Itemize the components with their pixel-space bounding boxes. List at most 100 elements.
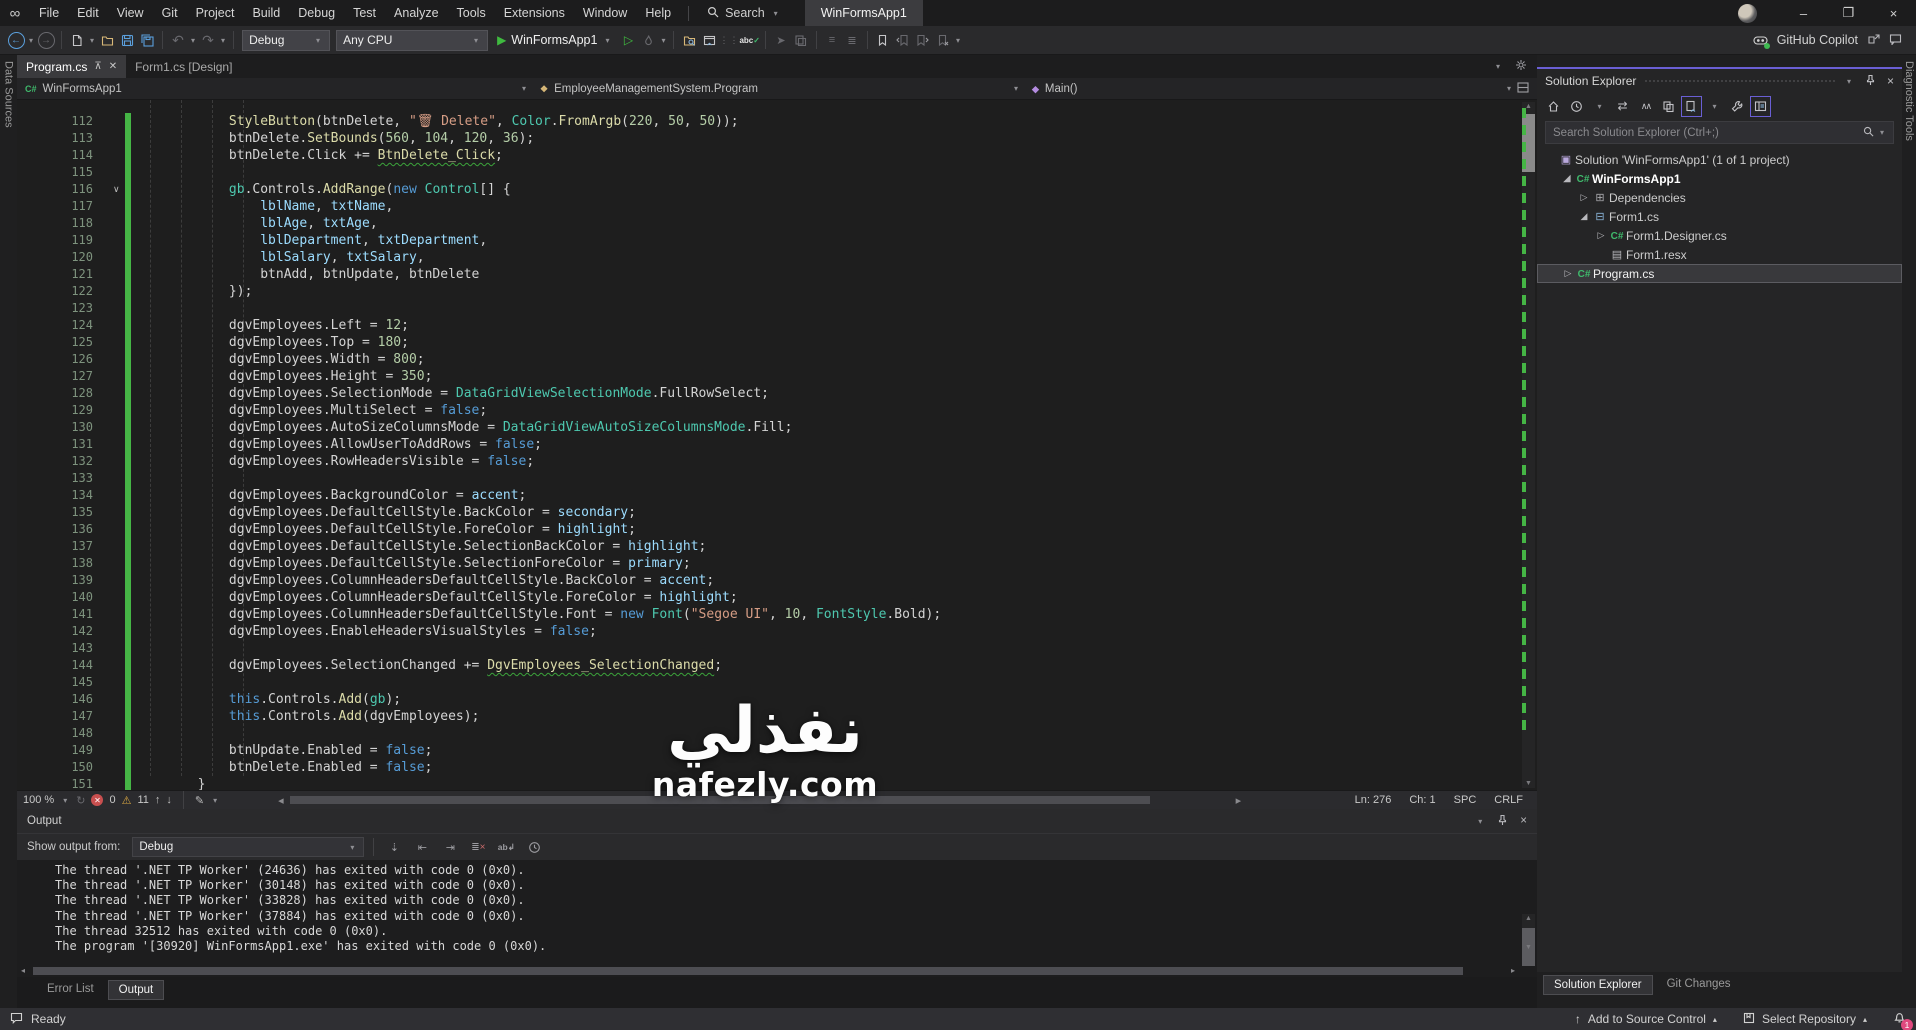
feedback-icon[interactable] xyxy=(1889,33,1902,48)
code-line[interactable]: 112 StyleButton(btnDelete, "🗑 Delete", C… xyxy=(17,113,1503,130)
hscroll-right-icon[interactable]: ▸ xyxy=(1511,966,1515,975)
next-bookmark-icon[interactable] xyxy=(913,28,933,52)
output-source-dropdown[interactable]: Debug ▾ xyxy=(132,837,365,857)
new-project-icon[interactable] xyxy=(67,28,87,52)
code-line[interactable]: 122 }); xyxy=(17,283,1503,300)
show-all-files-icon[interactable] xyxy=(1658,96,1679,117)
breadcrumb-main-[interactable]: ◆ Main() ▾ xyxy=(1024,83,1517,95)
code-editor[interactable]: 112 StyleButton(btnDelete, "🗑 Delete", C… xyxy=(17,100,1537,790)
tree-collapsed-icon[interactable]: ▷ xyxy=(1594,230,1608,241)
copilot-label[interactable]: GitHub Copilot xyxy=(1777,33,1858,47)
code-line[interactable]: 114 btnDelete.Click += BtnDelete_Click; xyxy=(17,147,1503,164)
prev-issue-icon[interactable]: ↑ xyxy=(155,794,161,806)
close-tab-icon[interactable]: ✕ xyxy=(109,61,117,72)
diagnostic-tools-tab[interactable]: Diagnostic Tools xyxy=(1902,55,1916,1008)
tree-item-form1-resx[interactable]: ▤ Form1.resx xyxy=(1537,245,1902,264)
tree-collapsed-icon[interactable]: ▷ xyxy=(1561,268,1575,279)
navigate-backward-icon[interactable]: ← xyxy=(6,28,26,52)
panel-tab-solution-explorer[interactable]: Solution Explorer xyxy=(1543,975,1653,995)
code-line[interactable]: 148 xyxy=(17,725,1503,742)
panel-tab-output[interactable]: Output xyxy=(107,980,165,1000)
scroll-down-icon[interactable]: ▼ xyxy=(1522,780,1535,787)
close-button[interactable]: × xyxy=(1871,0,1916,26)
search-input[interactable] xyxy=(1546,126,1863,139)
indent-mode[interactable]: SPC xyxy=(1454,794,1477,806)
feedback-bubble-icon[interactable] xyxy=(10,1012,23,1027)
code-line[interactable]: 145 xyxy=(17,674,1503,691)
tree-item-solution-winformsapp1-1-of-1-project-[interactable]: ▣ Solution 'WinFormsApp1' (1 of 1 project… xyxy=(1537,150,1902,169)
tree-item-winformsapp1[interactable]: ◢ C# WinFormsApp1 xyxy=(1537,169,1902,188)
tree-item-form1-designer-cs[interactable]: ▷ C# Form1.Designer.cs xyxy=(1537,226,1902,245)
pin-icon[interactable]: ⊼ xyxy=(94,61,101,72)
code-line[interactable]: 113 btnDelete.SetBounds(560, 104, 120, 3… xyxy=(17,130,1503,147)
prev-message-icon[interactable]: ⇤ xyxy=(411,841,433,854)
output-log[interactable]: The thread '.NET TP Worker' (24636) has … xyxy=(17,860,1537,966)
new-window-icon[interactable] xyxy=(699,28,719,52)
code-line[interactable]: 134 dgvEmployees.BackgroundColor = accen… xyxy=(17,487,1503,504)
code-line[interactable]: 123 xyxy=(17,300,1503,317)
code-line[interactable]: 131 dgvEmployees.AllowUserToAddRows = fa… xyxy=(17,436,1503,453)
clear-all-icon[interactable]: ≣× xyxy=(467,842,489,853)
jump-to-message-icon[interactable]: ⇣ xyxy=(383,841,405,854)
navigate-backward-dropdown[interactable]: ▾ xyxy=(26,36,36,45)
menu-file[interactable]: File xyxy=(30,0,68,26)
code-line[interactable]: 146 this.Controls.Add(gb); xyxy=(17,691,1503,708)
code-cleanup-icon[interactable]: ✎ xyxy=(195,794,204,807)
properties-icon[interactable] xyxy=(1727,96,1748,117)
outdent-icon[interactable]: ≡ xyxy=(822,28,842,52)
panel-tab-error-list[interactable]: Error List xyxy=(37,980,104,998)
code-line[interactable]: 125 dgvEmployees.Top = 180; xyxy=(17,334,1503,351)
toggle-bookmark-icon[interactable] xyxy=(873,28,893,52)
code-line[interactable]: 128 dgvEmployees.SelectionMode = DataGri… xyxy=(17,385,1503,402)
find-in-files-icon[interactable] xyxy=(679,28,699,52)
spell-check-icon[interactable]: abc✓ xyxy=(739,28,760,52)
code-line[interactable]: 127 dgvEmployees.Height = 350; xyxy=(17,368,1503,385)
menu-analyze[interactable]: Analyze xyxy=(385,0,447,26)
close-panel-icon[interactable]: × xyxy=(1520,815,1527,827)
minimize-button[interactable]: – xyxy=(1781,0,1826,26)
notifications-button[interactable]: 1 xyxy=(1893,1011,1913,1030)
scroll-down-icon[interactable]: ▼ xyxy=(1522,944,1535,951)
tab-form1-cs-design-[interactable]: Form1.cs [Design] xyxy=(126,55,241,78)
menu-window[interactable]: Window xyxy=(574,0,636,26)
save-icon[interactable] xyxy=(117,28,137,52)
menu-test[interactable]: Test xyxy=(344,0,385,26)
editor-vertical-scrollbar[interactable]: ▲ ▼ xyxy=(1522,102,1535,788)
tree-item-dependencies[interactable]: ▷ ⊞ Dependencies xyxy=(1537,188,1902,207)
next-issue-icon[interactable]: ↓ xyxy=(166,794,172,806)
error-count[interactable]: 0 xyxy=(109,794,115,806)
code-line[interactable]: 120 lblSalary, txtSalary, xyxy=(17,249,1503,266)
tab-overflow-chevron-icon[interactable]: ▾ xyxy=(1493,62,1503,71)
code-line[interactable]: 147 this.Controls.Add(dgvEmployees); xyxy=(17,708,1503,725)
redo-dropdown[interactable]: ▾ xyxy=(218,36,228,45)
pin-icon[interactable] xyxy=(1497,814,1508,829)
code-line[interactable]: 142 dgvEmployees.EnableHeadersVisualStyl… xyxy=(17,623,1503,640)
code-line[interactable]: 140 dgvEmployees.ColumnHeadersDefaultCel… xyxy=(17,589,1503,606)
code-line[interactable]: 124 dgvEmployees.Left = 12; xyxy=(17,317,1503,334)
code-line[interactable]: 141 dgvEmployees.ColumnHeadersDefaultCel… xyxy=(17,606,1503,623)
word-wrap-icon[interactable]: ab↲ xyxy=(495,842,517,853)
preview-selected-items-icon[interactable] xyxy=(1750,95,1771,117)
code-line[interactable]: 150 btnDelete.Enabled = false; xyxy=(17,759,1503,776)
window-position-chevron-icon[interactable]: ▾ xyxy=(1844,77,1854,86)
hscroll-left-icon[interactable]: ◂ xyxy=(278,794,284,807)
code-line[interactable]: 143 xyxy=(17,640,1503,657)
save-all-icon[interactable] xyxy=(137,28,157,52)
tree-expanded-icon[interactable]: ◢ xyxy=(1560,173,1574,184)
tree-expanded-icon[interactable]: ◢ xyxy=(1577,211,1591,222)
redo-icon[interactable]: ↷ xyxy=(198,28,218,52)
window-position-chevron-icon[interactable]: ▾ xyxy=(1475,817,1485,826)
pending-changes-filter-icon[interactable] xyxy=(1566,96,1587,117)
split-editor-icon[interactable] xyxy=(1517,81,1529,96)
share-icon[interactable] xyxy=(1867,33,1880,48)
hot-reload-icon[interactable] xyxy=(638,28,658,52)
search-options-chevron-icon[interactable]: ▾ xyxy=(1877,128,1887,137)
new-project-dropdown[interactable]: ▾ xyxy=(87,36,97,45)
menu-help[interactable]: Help xyxy=(636,0,680,26)
pointer-icon[interactable]: ➤ xyxy=(771,28,791,52)
code-line[interactable]: 138 dgvEmployees.DefaultCellStyle.Select… xyxy=(17,555,1503,572)
code-line[interactable]: 126 dgvEmployees.Width = 800; xyxy=(17,351,1503,368)
solution-platforms-dropdown[interactable]: Any CPU ▾ xyxy=(336,29,489,51)
solution-search[interactable]: ▾ xyxy=(1545,121,1894,144)
indent-icon[interactable]: ≣ xyxy=(842,28,862,52)
